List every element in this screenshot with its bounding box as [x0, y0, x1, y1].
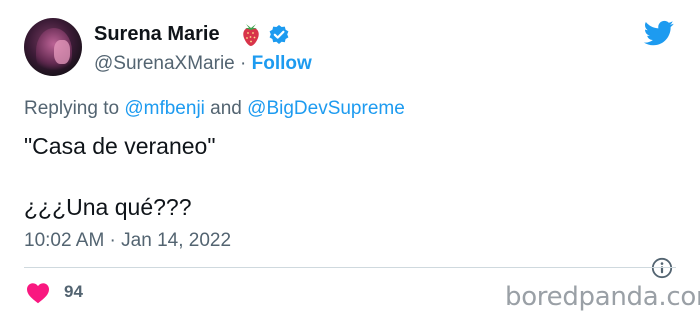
mention-link[interactable]: @BigDevSupreme — [247, 98, 405, 119]
tweet-timestamp[interactable]: 10:02 AM · Jan 14, 2022 — [24, 229, 231, 253]
verified-badge-icon — [269, 25, 289, 44]
replying-to-line: Replying to @mfbenji and @BigDevSupreme — [24, 97, 405, 121]
author-handle[interactable]: @SurenaXMarie — [94, 53, 235, 74]
handle-separator: · — [240, 53, 247, 74]
mention-link[interactable]: @mfbenji — [124, 98, 205, 119]
replying-to-label: Replying to — [24, 98, 120, 119]
strawberry-icon — [243, 24, 259, 46]
tweet-text-line: ¿¿¿Una qué??? — [24, 194, 192, 220]
replying-conjunction: and — [210, 98, 242, 119]
tweet-text: "Casa de veraneo" ¿¿¿Una qué??? — [24, 130, 216, 223]
like-count: 94 — [64, 282, 83, 301]
author-handle-row: @SurenaXMarie · Follow — [94, 52, 312, 76]
heart-icon[interactable] — [26, 282, 50, 304]
tweet-card: Surena Marie @SurenaXMarie · Follow Repl… — [0, 0, 700, 319]
twitter-bird-icon[interactable] — [642, 18, 676, 48]
author-display-name[interactable]: Surena Marie — [94, 22, 220, 46]
avatar-hand — [54, 40, 70, 64]
watermark: boredpanda.com — [505, 282, 700, 312]
divider — [24, 267, 676, 268]
tweet-text-line: "Casa de veraneo" — [24, 133, 216, 159]
info-icon[interactable] — [651, 257, 673, 279]
follow-button[interactable]: Follow — [252, 53, 312, 74]
avatar[interactable] — [24, 18, 82, 76]
